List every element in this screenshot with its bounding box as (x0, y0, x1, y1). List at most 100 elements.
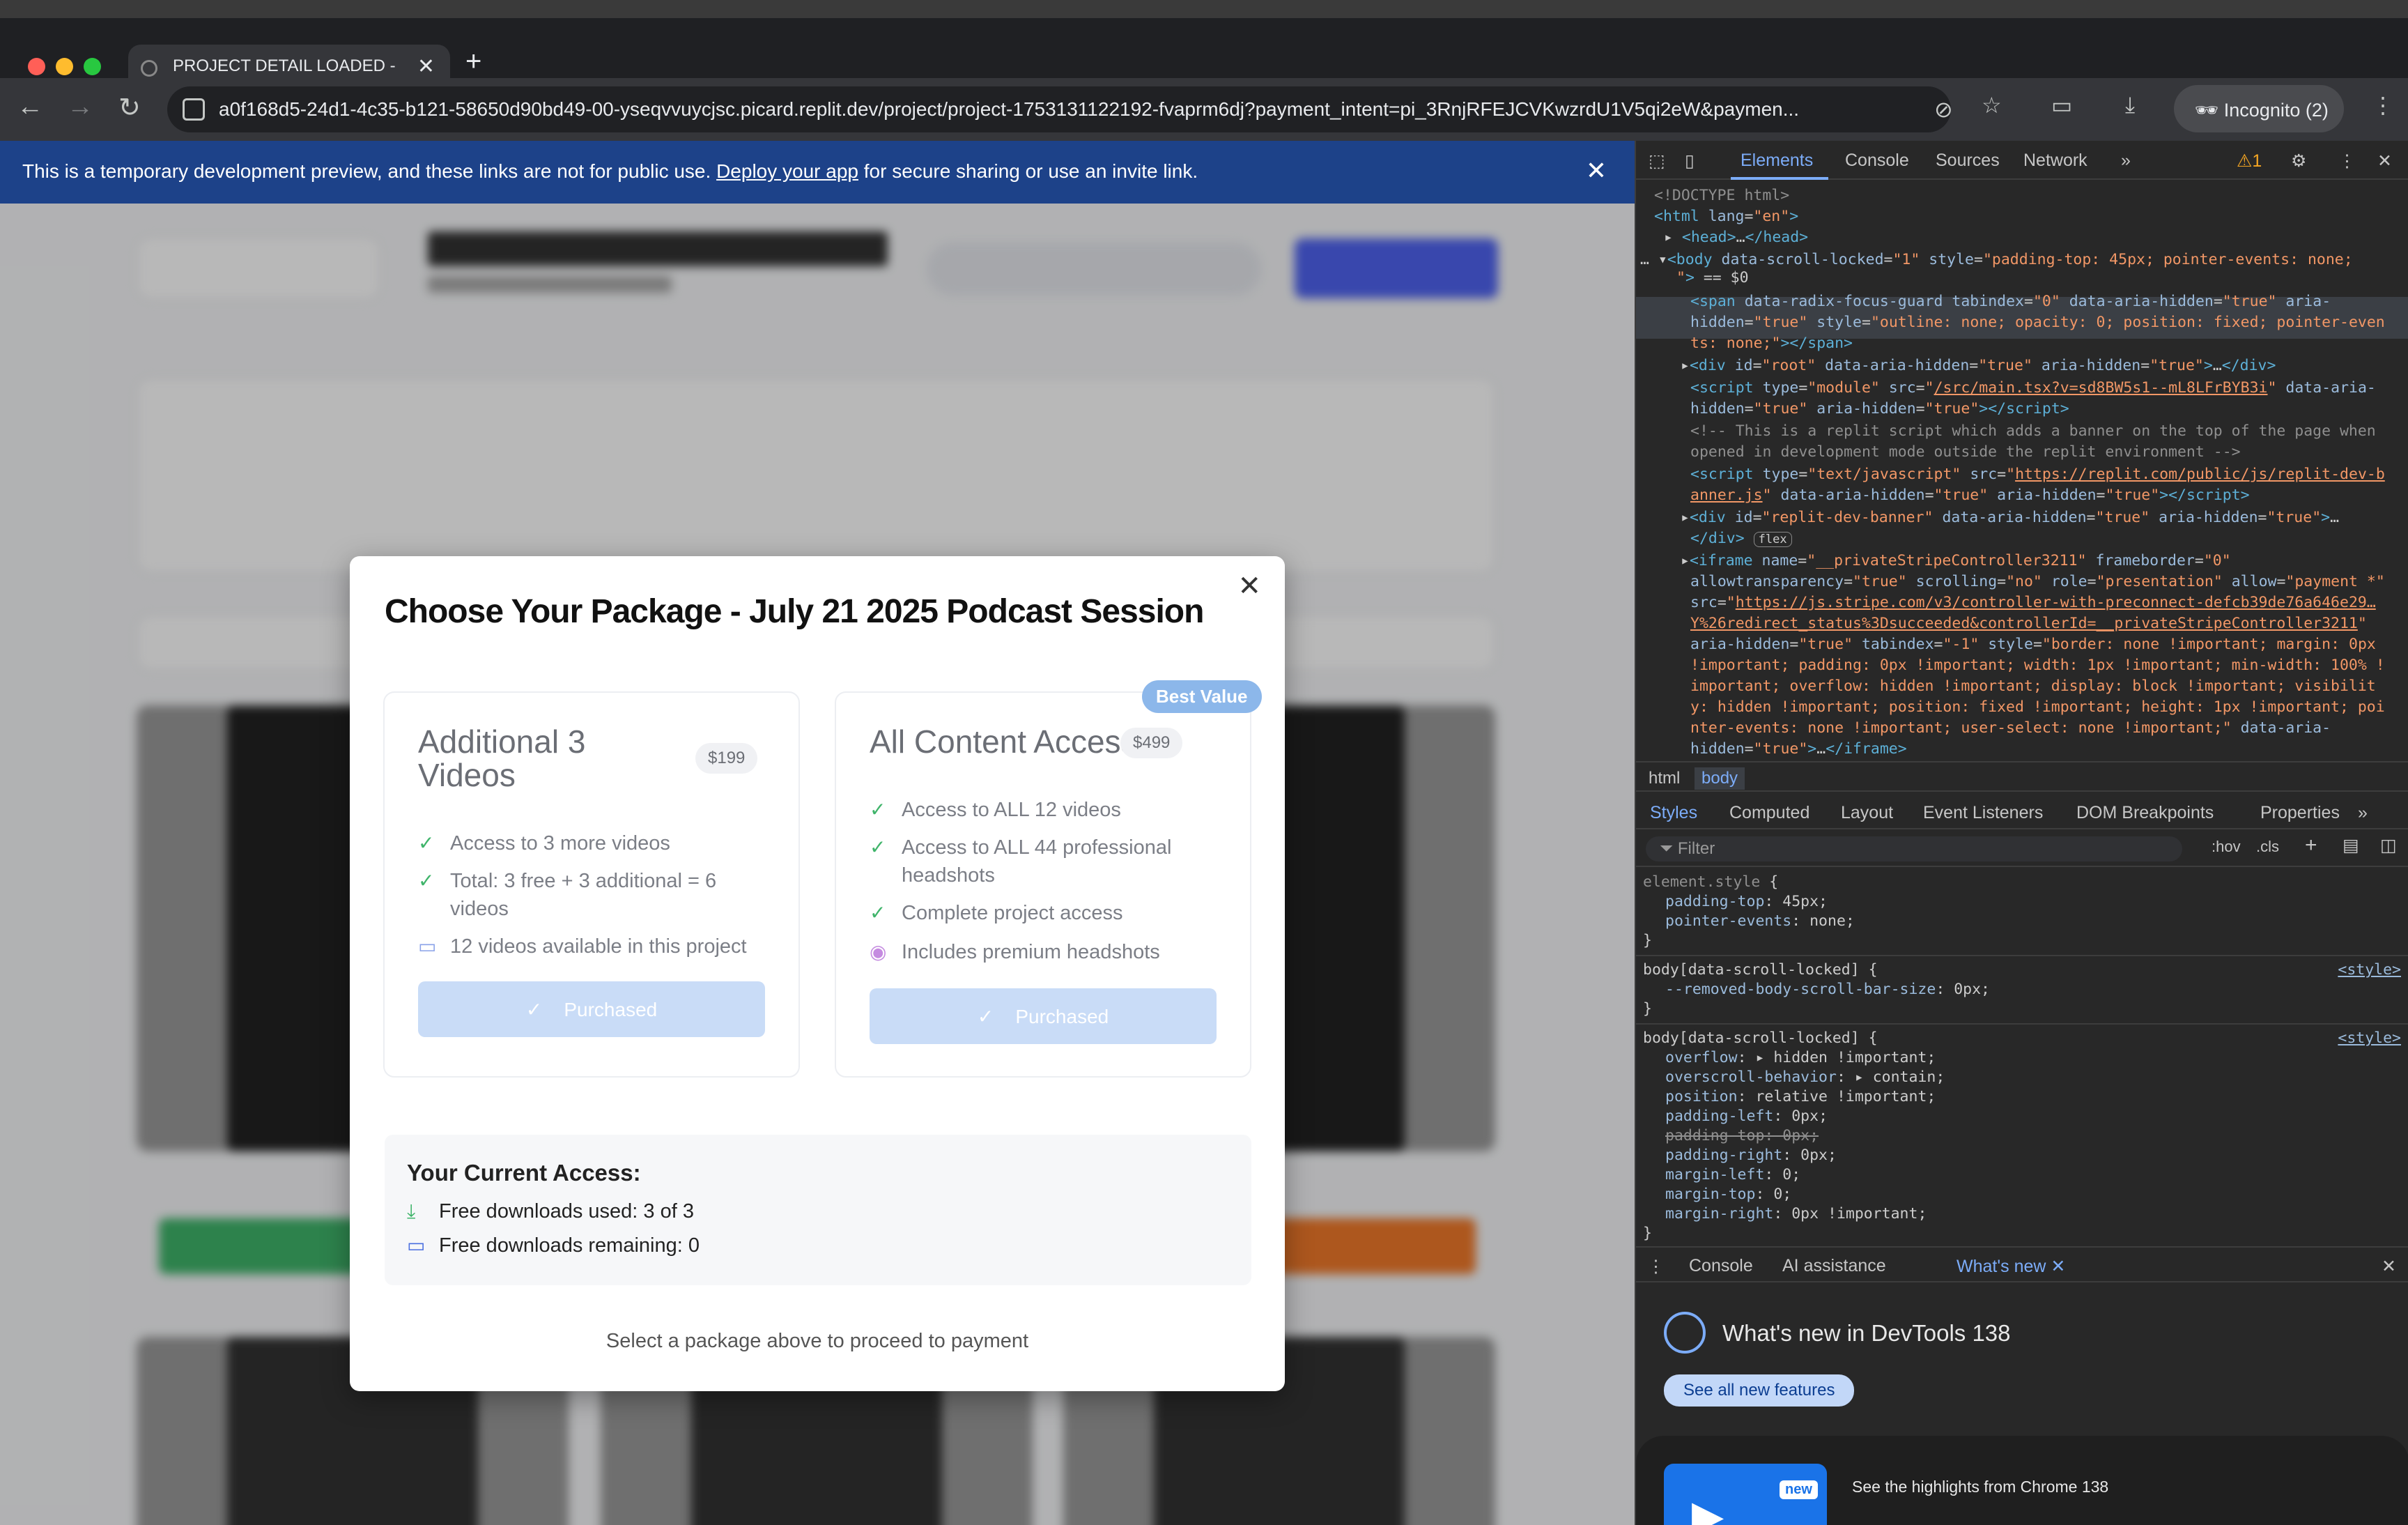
dom-line[interactable]: ▸<div id="replit-dev-banner" data-aria-h… (1681, 507, 2339, 528)
tab-properties[interactable]: Properties (2260, 803, 2340, 823)
style-decl[interactable]: margin-left: 0; (1665, 1165, 1800, 1185)
dom-line[interactable]: </div> flex (1690, 528, 1792, 550)
package-card-all-content[interactable]: All Content Access $499 ✓ Access to ALL 1… (835, 691, 1251, 1078)
tab-elements[interactable]: Elements (1741, 151, 1813, 171)
style-decl[interactable]: margin-right: 0px !important; (1665, 1204, 1927, 1224)
window-minimize-button[interactable] (56, 58, 73, 75)
dom-line[interactable]: <script type="text/javascript" src="http… (1690, 464, 2385, 485)
site-info-icon[interactable] (183, 98, 205, 121)
style-decl[interactable]: padding-right: 0px; (1665, 1146, 1837, 1165)
style-decl[interactable]: margin-top: 0; (1665, 1185, 1791, 1204)
package-card-additional-videos[interactable]: Additional 3 Videos $199 ✓ Access to 3 mor… (383, 691, 800, 1078)
deploy-app-link[interactable]: Deploy your app (716, 160, 858, 182)
style-decl[interactable]: --removed-body-scroll-bar-size: 0px; (1665, 980, 1990, 999)
tab-dom-breakpoints[interactable]: DOM Breakpoints (2076, 803, 2214, 823)
bookmark-star-icon[interactable]: ☆ (1982, 92, 2002, 118)
reload-icon[interactable]: ↻ (118, 92, 141, 123)
dom-line[interactable]: hidden="true" style="outline: none; opac… (1690, 312, 2385, 333)
devtools-close-icon[interactable]: ✕ (2377, 151, 2392, 171)
style-decl[interactable]: padding-top: 45px; (1665, 892, 1828, 912)
breadcrumb-html[interactable]: html (1642, 767, 1687, 790)
see-all-features-button[interactable]: See all new features (1664, 1374, 1855, 1407)
purchased-button[interactable]: ✓ Purchased (870, 988, 1217, 1044)
tab-computed[interactable]: Computed (1729, 803, 1809, 823)
dom-line[interactable]: y: hidden !important; position: fixed !i… (1690, 697, 2385, 718)
styles-filter-input[interactable]: ⏷ Filter (1646, 836, 2182, 861)
dom-line[interactable]: ▸<div id="root" data-aria-hidden="true" … (1681, 355, 2276, 376)
tab-event-listeners[interactable]: Event Listeners (1923, 803, 2043, 823)
dom-line[interactable]: important; overflow: hidden !important; … (1690, 676, 2376, 697)
tab-close-icon[interactable]: ✕ (417, 54, 435, 79)
style-decl[interactable]: pointer-events: none; (1665, 912, 1855, 931)
settings-gear-icon[interactable]: ⚙ (2291, 151, 2306, 171)
dom-line[interactable]: allowtransparency="true" scrolling="no" … (1690, 572, 2385, 592)
style-decl[interactable]: padding-left: 0px; (1665, 1107, 1828, 1126)
breadcrumb-body[interactable]: body (1695, 767, 1745, 790)
new-tab-button[interactable]: + (465, 46, 481, 77)
modal-close-icon[interactable]: ✕ (1237, 570, 1261, 602)
tab-console[interactable]: Console (1845, 151, 1909, 171)
dom-line[interactable]: anner.js" data-aria-hidden="true" aria-h… (1690, 485, 2250, 506)
dom-line[interactable]: <script type="module" src="/src/main.tsx… (1690, 378, 2376, 399)
dom-line[interactable]: hidden="true" aria-hidden="true"></scrip… (1690, 399, 2069, 420)
address-bar[interactable]: a0f168d5-24d1-4c35-b121-58650d90bd49-00-… (167, 86, 1953, 132)
dom-line[interactable]: hidden="true">…</iframe> (1690, 739, 1907, 760)
tab-styles[interactable]: Styles (1650, 803, 1697, 823)
style-rule-selector[interactable]: body[data-scroll-locked] { (1643, 1029, 1878, 1048)
dom-line[interactable]: "> == $0 (1676, 268, 1749, 289)
sidebar-toggle-icon[interactable]: ◫ (2380, 835, 2397, 856)
style-decl[interactable]: overflow: ▸ hidden !important; (1665, 1048, 1936, 1068)
window-close-button[interactable] (28, 58, 45, 75)
drawer-tab-console[interactable]: Console (1689, 1256, 1753, 1276)
device-toolbar-icon[interactable]: ▯ (1685, 151, 1695, 171)
eye-off-icon[interactable]: ⊘ (1934, 96, 1953, 123)
window-zoom-button[interactable] (84, 58, 101, 75)
style-decl[interactable]: position: relative !important; (1665, 1087, 1936, 1107)
inspect-icon[interactable]: ⬚ (1649, 151, 1665, 171)
drawer-close-icon[interactable]: ✕ (2382, 1256, 2396, 1277)
hov-toggle[interactable]: :hov (2212, 838, 2241, 856)
forward-icon[interactable]: → (67, 92, 93, 122)
browser-menu-icon[interactable]: ⋮ (2372, 92, 2394, 118)
warning-count[interactable]: ⚠1 (2237, 151, 2262, 171)
download-icon[interactable]: ⤓ (2125, 92, 2135, 118)
drawer-tab-whats-new[interactable]: What's new ✕ (1957, 1256, 2065, 1277)
dom-line[interactable]: !important; padding: 0px !important; wid… (1690, 655, 2385, 676)
style-rule-selector[interactable]: element.style { (1643, 873, 1778, 892)
styles-pane[interactable]: element.style { padding-top: 45px; point… (1636, 868, 2408, 1245)
dom-line[interactable]: Y%26redirect_status%3Dsucceeded&controll… (1690, 613, 2367, 634)
drawer-menu-icon[interactable]: ⋮ (1647, 1256, 1665, 1277)
style-source-link[interactable]: <style> (2338, 960, 2401, 980)
style-decl[interactable]: overscroll-behavior: ▸ contain; (1665, 1068, 1945, 1087)
dom-line[interactable]: <!DOCTYPE html> (1654, 185, 1789, 206)
cast-icon[interactable]: ▭ (2051, 92, 2072, 118)
purchased-button[interactable]: ✓ Purchased (418, 981, 765, 1037)
url-text[interactable]: a0f168d5-24d1-4c35-b121-58650d90bd49-00-… (219, 98, 1905, 121)
tab-sources[interactable]: Sources (1936, 151, 2000, 171)
dom-line[interactable]: <!-- This is a replit script which adds … (1690, 421, 2376, 442)
back-icon[interactable]: ← (17, 92, 43, 122)
dom-line[interactable]: <html lang="en"> (1654, 206, 1798, 227)
new-rule-icon[interactable]: + (2305, 834, 2317, 857)
dom-line[interactable]: opened in development mode outside the r… (1690, 442, 2241, 463)
incognito-profile-button[interactable]: 🕶 Incognito (2) (2174, 85, 2344, 132)
more-tabs-icon[interactable]: » (2121, 151, 2131, 171)
dom-line[interactable]: <span data-radix-focus-guard tabindex="0… (1690, 291, 2331, 312)
dom-line[interactable]: src="https://js.stripe.com/v3/controller… (1690, 592, 2376, 613)
dom-line[interactable]: ▸ <head>…</head> (1664, 227, 1808, 248)
dom-line[interactable]: aria-hidden="true" tabindex="-1" style="… (1690, 634, 2376, 655)
tab-network[interactable]: Network (2023, 151, 2087, 171)
drawer-tab-ai-assistance[interactable]: AI assistance (1782, 1256, 1886, 1276)
paint-icon[interactable]: ▤ (2343, 835, 2359, 856)
highlights-card[interactable]: new ▶ See the highlights from Chrome 138 (1636, 1436, 2408, 1525)
elements-dom-tree[interactable]: <!DOCTYPE html> <html lang="en"> ▸ <head… (1636, 181, 2408, 760)
dom-line[interactable]: ts: none;"></span> (1690, 333, 1853, 354)
more-style-tabs-icon[interactable]: » (2358, 803, 2368, 823)
style-decl-overridden[interactable]: padding-top: 0px; (1665, 1126, 1819, 1146)
devtools-menu-icon[interactable]: ⋮ (2338, 151, 2356, 171)
highlights-video-thumbnail[interactable]: new ▶ (1664, 1464, 1827, 1525)
dom-line[interactable]: nter-events: none !important; user-selec… (1690, 718, 2331, 739)
dom-line[interactable]: ▸<iframe name="__privateStripeController… (1681, 551, 2231, 572)
style-rule-selector[interactable]: body[data-scroll-locked] { (1643, 960, 1878, 980)
tab-layout[interactable]: Layout (1841, 803, 1893, 823)
